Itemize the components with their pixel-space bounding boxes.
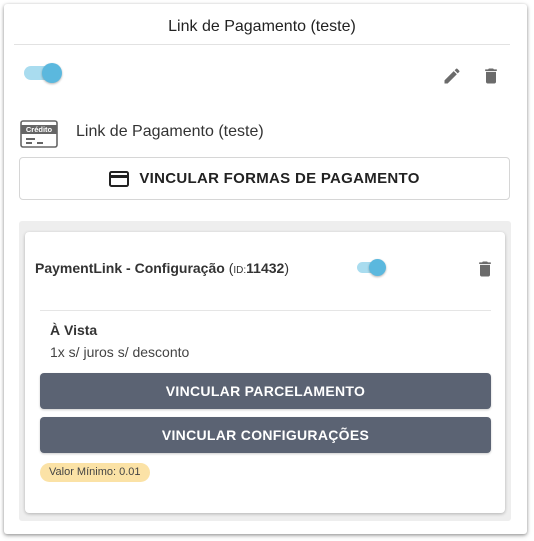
- link-configurations-button[interactable]: VINCULAR CONFIGURAÇÕES: [40, 417, 491, 453]
- link-payment-methods-label: VINCULAR FORMAS DE PAGAMENTO: [139, 170, 420, 187]
- plan-name: À Vista: [50, 322, 98, 338]
- config-id-wrapper: (ID:: [228, 260, 247, 276]
- pencil-icon: [444, 68, 460, 84]
- trash-icon: [485, 68, 497, 84]
- link-installments-button[interactable]: VINCULAR PARCELAMENTO: [40, 373, 491, 409]
- config-toggle[interactable]: [355, 258, 389, 278]
- payment-method-row: Crédito Link de Pagamento (teste): [20, 118, 500, 150]
- config-id-prefix: ID:: [233, 265, 247, 276]
- card-title: Link de Pagamento (teste): [14, 10, 510, 45]
- toggle-knob: [369, 259, 386, 276]
- link-payment-methods-button[interactable]: VINCULAR FORMAS DE PAGAMENTO: [19, 157, 510, 200]
- plan-description: 1x s/ juros s/ desconto: [50, 344, 190, 360]
- min-value-badge: Valor Mínimo: 0.01: [40, 463, 150, 482]
- delete-button[interactable]: [479, 64, 503, 88]
- config-name: PaymentLink - Configuração: [35, 260, 225, 276]
- credit-card-icon: Crédito: [20, 120, 58, 148]
- config-id-close: ): [284, 260, 289, 276]
- edit-button[interactable]: [440, 64, 464, 88]
- payment-method-label: Link de Pagamento (teste): [76, 123, 264, 140]
- trash-icon: [479, 261, 491, 277]
- config-id: 11432: [246, 260, 285, 276]
- toggle-knob: [42, 63, 62, 83]
- divider: [40, 310, 491, 311]
- credit-card-icon-label: Crédito: [26, 125, 53, 134]
- status-toggle[interactable]: [22, 61, 64, 85]
- config-title: PaymentLink - Configuração (ID:11432): [35, 258, 289, 278]
- config-delete-button[interactable]: [473, 257, 497, 281]
- credit-card-icon: [109, 170, 130, 187]
